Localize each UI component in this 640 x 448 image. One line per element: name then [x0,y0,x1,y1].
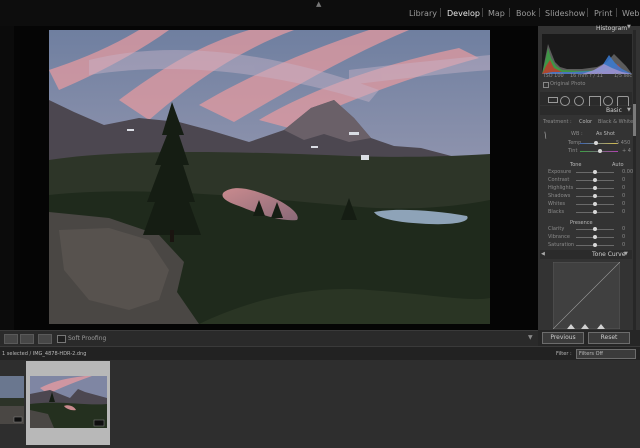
slider-label: Highlights [548,185,574,191]
temp-slider-handle[interactable] [594,141,598,145]
soft-proofing-checkbox[interactable] [57,335,66,343]
histogram-iso: ISO 100 [544,73,564,79]
slider-value[interactable]: 0 [622,234,625,240]
reset-button[interactable]: Reset [588,332,630,344]
histogram-aperture: f / 11 [590,73,603,79]
slider-value[interactable]: 0 [622,226,625,232]
slider-handle[interactable] [593,243,597,247]
presence-label: Presence [570,220,593,226]
before-after-button[interactable] [20,334,34,344]
module-separator: | [615,8,619,18]
basic-collapse-icon[interactable]: ▼ [627,107,631,113]
slider-value[interactable]: 0 [622,185,625,191]
slider-value[interactable]: 0 [622,201,625,207]
slider-value[interactable]: 0 [622,209,625,215]
slider-label: Blacks [548,209,565,215]
slider-label: Whites [548,201,566,207]
histogram-focal-length: 16 mm [570,73,588,79]
histogram-shutter: 1/5 sec [614,73,633,79]
slider-handle[interactable] [593,202,597,206]
module-slideshow[interactable]: Slideshow [545,9,585,18]
tint-slider-handle[interactable] [598,149,602,153]
slider-label: Vibrance [548,234,570,240]
slider-handle[interactable] [593,178,597,182]
tone-label: Tone [570,162,582,168]
tint-value[interactable]: + 4 [622,148,631,154]
loupe-view-button[interactable] [4,334,18,344]
previous-button[interactable]: Previous [542,332,584,344]
wb-label: WB : [571,131,583,137]
tone-auto-button[interactable]: Auto [612,162,624,168]
module-separator: | [508,8,512,18]
filmstrip-thumbnail[interactable] [0,376,24,424]
previous-button-label: Previous [550,334,576,341]
tint-label: Tint [568,148,578,154]
slider-label: Contrast [548,177,570,183]
right-panel-scrollbar[interactable] [633,30,636,330]
filmstrip-bar [0,346,640,361]
tone-curve-header[interactable]: Tone Curve [592,251,625,258]
module-book[interactable]: Book [516,9,536,18]
filmstrip-file-info[interactable]: 1 selected / IMG_4878-HDR-2.dng [2,351,86,357]
slider-label: Shadows [548,193,571,199]
reset-button-label: Reset [600,334,618,341]
top-panel-toggle-icon[interactable]: ▲ [316,0,321,8]
module-print[interactable]: Print [594,9,612,18]
original-photo-label[interactable]: Original Photo [550,81,585,87]
slider-handle[interactable] [593,186,597,190]
slider-handle[interactable] [593,170,597,174]
main-photo[interactable] [49,30,490,324]
slider-label: Clarity [548,226,565,232]
crop-tool-icon[interactable] [548,97,558,103]
module-library[interactable]: Library [409,9,437,18]
radial-filter-tool-icon[interactable] [603,96,613,106]
soft-proofing-label[interactable]: Soft Proofing [68,335,106,342]
slider-handle[interactable] [593,235,597,239]
slider-label: Saturation [548,242,575,248]
treatment-color[interactable]: Color [579,119,592,125]
module-separator: | [538,8,542,18]
histogram-collapse-icon[interactable]: ▼ [627,24,631,30]
filter-select[interactable]: Filters Off [576,349,636,359]
filter-select-value: Filters Off [579,351,603,357]
tone-curve-collapse-icon[interactable]: ◀ [541,251,545,257]
right-panel-scrollbar-thumb[interactable] [633,104,636,136]
before-after-options-button[interactable] [38,334,52,344]
temp-slider-track[interactable] [580,143,618,144]
module-separator: | [586,8,590,18]
slider-value[interactable]: 0 [622,242,625,248]
treatment-black-white[interactable]: Black & White [598,119,633,125]
tone-curve-toggle-icon[interactable]: ▼ [624,251,628,257]
slider-value[interactable]: 0 [622,193,625,199]
filmstrip-thumbnail-selected[interactable] [30,376,107,428]
spot-removal-tool-icon[interactable] [560,96,570,106]
basic-header[interactable]: Basic [606,107,622,114]
treatment-label: Treatment : [543,119,572,125]
temp-value[interactable]: 5 450 [616,140,630,146]
module-develop[interactable]: Develop [447,9,480,18]
module-separator: | [439,8,443,18]
tone-curve-graph[interactable] [553,262,620,329]
slider-value[interactable]: 0.00 [622,169,633,175]
slider-label: Exposure [548,169,572,175]
original-photo-checkbox[interactable] [543,82,549,88]
histogram-header[interactable]: Histogram [596,25,627,32]
slider-handle[interactable] [593,210,597,214]
toolbar-menu-chevron-down-icon[interactable]: ▼ [528,334,533,341]
slider-handle[interactable] [593,227,597,231]
module-map[interactable]: Map [488,9,505,18]
slider-value[interactable]: 0 [622,177,625,183]
module-separator: | [481,8,485,18]
slider-handle[interactable] [593,194,597,198]
histogram-chart [542,34,632,74]
wb-preset-select[interactable]: As Shot [596,131,615,137]
red-eye-tool-icon[interactable] [574,96,584,106]
filter-label: Filter : [556,351,572,357]
left-panel-collapsed[interactable] [0,26,14,346]
module-web[interactable]: Web [622,9,639,18]
